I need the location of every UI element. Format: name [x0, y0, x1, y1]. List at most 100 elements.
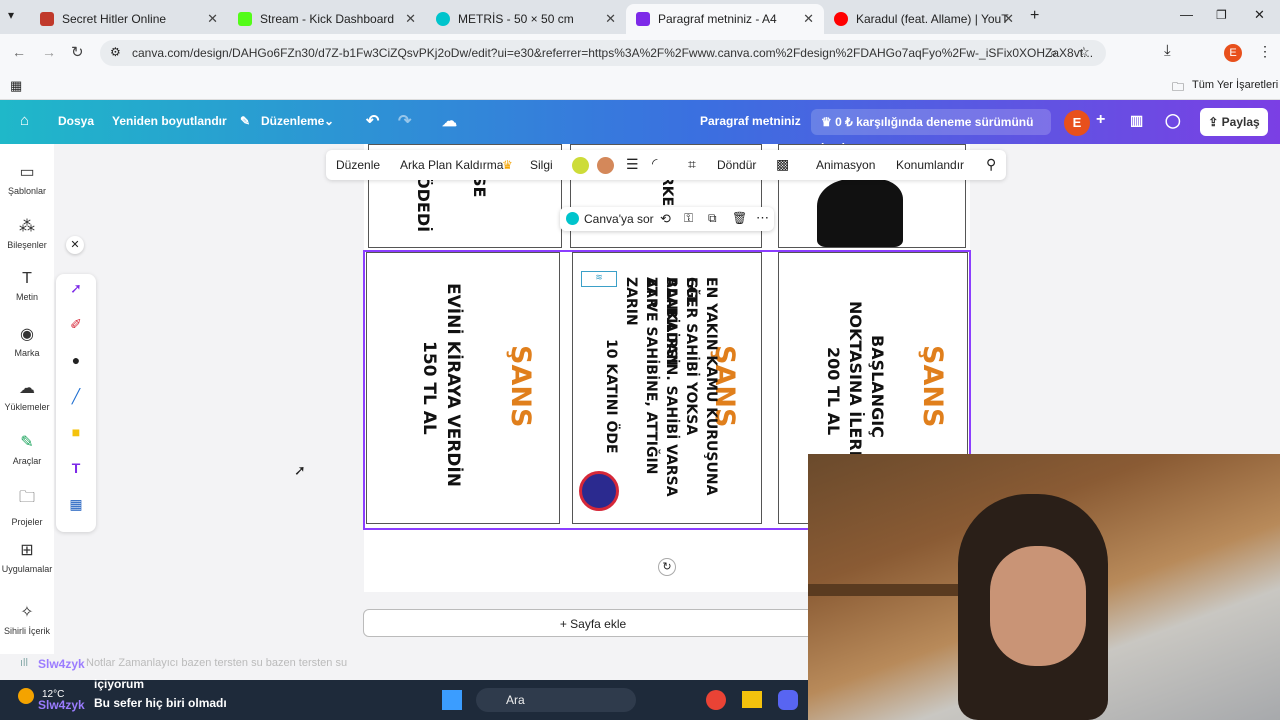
sidebar-item-templates[interactable]: ▭ Şablonlar [0, 162, 54, 196]
sidebar-item-uploads[interactable]: ☁ Yüklemeler [0, 378, 54, 412]
tools-icon: ✎ [20, 434, 34, 451]
color-swatch-yellow[interactable] [572, 157, 589, 174]
analytics-icon[interactable]: ▥ [1130, 112, 1143, 129]
add-page-button[interactable]: + Sayfa ekle [363, 609, 823, 637]
paint-roller-icon[interactable]: ⚲ [986, 156, 996, 173]
star-icon[interactable]: ☆ [1078, 44, 1090, 60]
close-icon[interactable]: ✕ [803, 11, 814, 27]
chat-overlay: ıll Slw4zyk Notlar Zamanlayıcı bazen ter… [0, 654, 347, 714]
transparency-icon[interactable]: ▩ [776, 156, 789, 173]
url-field[interactable]: canva.com/design/DAHGo6FZn30/d7Z-b1Fw3Ci… [100, 40, 1106, 66]
apps-grid-icon[interactable]: ▦ [10, 78, 22, 94]
zoom-icon[interactable]: ⌕ [1050, 45, 1057, 61]
site-info-icon[interactable]: ⚙ [110, 45, 121, 59]
sidebar-item-apps[interactable]: ⊞ Uygulamalar [0, 540, 54, 574]
bookmarks-bar: ▦ 🗀 Tüm Yer İşaretleri [0, 72, 1280, 100]
sidebar-label: Bileşenler [7, 240, 47, 250]
corner-radius-icon[interactable]: ◜ [652, 155, 657, 172]
folder-icon: 🗀 [1172, 80, 1185, 94]
more-icon[interactable]: ⋮ [1258, 43, 1272, 60]
erase-button[interactable]: Silgi [530, 158, 553, 172]
file-explorer-icon[interactable] [742, 691, 762, 708]
back-icon[interactable]: ← [12, 44, 26, 60]
crown-icon: ♛ [821, 115, 836, 129]
rotate-handle-icon[interactable]: ↻ [658, 558, 676, 576]
cloud-save-icon[interactable]: ☁ [442, 112, 457, 130]
magic-icon: ✧ [20, 604, 34, 621]
refresh-icon[interactable]: ⟲ [660, 211, 671, 227]
rotate-button[interactable]: Döndür [717, 158, 756, 172]
line-tool-icon[interactable]: ╱ [66, 388, 86, 408]
plus-icon[interactable]: + [1096, 111, 1105, 129]
trash-icon[interactable]: 🗑 [732, 211, 747, 225]
sidebar-item-text[interactable]: T Metin [0, 270, 54, 302]
undo-icon[interactable]: ↶ [366, 111, 379, 131]
bg-remove-button[interactable]: Arka Plan Kaldırma [400, 158, 503, 172]
minimize-icon[interactable]: — [1180, 7, 1193, 22]
site-favicon-icon [40, 12, 54, 26]
home-icon[interactable]: ⌂ [20, 112, 29, 129]
close-icon[interactable]: ✕ [405, 11, 416, 27]
lock-icon[interactable]: ⚿ [684, 211, 693, 226]
character-image [817, 179, 903, 247]
more-options-icon[interactable]: ⋯ [756, 210, 769, 226]
text-tool-icon[interactable]: T [66, 460, 86, 480]
animate-button[interactable]: Animasyon [816, 158, 875, 172]
profile-avatar[interactable]: E [1224, 44, 1242, 62]
sidebar-item-projects[interactable]: 🗀 Projeler [0, 486, 54, 527]
menu-edit[interactable]: Düzenleme [261, 114, 324, 128]
maximize-icon[interactable]: ❐ [1216, 8, 1227, 22]
tab-secret-hitler[interactable]: Secret Hitler Online ✕ [30, 4, 228, 34]
menu-file[interactable]: Dosya [58, 114, 94, 128]
forward-icon[interactable]: → [42, 44, 56, 60]
close-icon[interactable]: ✕ [1003, 11, 1014, 27]
taskbar-search[interactable]: Ara [476, 688, 636, 712]
close-icon[interactable]: ✕ [207, 11, 218, 27]
menu-resize[interactable]: Yeniden boyutlandır [112, 114, 227, 128]
sidebar-label: Uygulamalar [1, 564, 53, 574]
user-avatar[interactable]: E [1064, 110, 1090, 136]
discord-icon[interactable] [778, 690, 798, 710]
trial-button[interactable]: ♛ 0 ₺ karşılığında deneme sürümünü başla… [811, 109, 1051, 155]
sidebar-item-elements[interactable]: ⁂ Bileşenler [0, 216, 54, 250]
share-button[interactable]: ⇪ Paylaş [1200, 108, 1268, 136]
share-label: Paylaş [1221, 115, 1260, 129]
tab-paragraf[interactable]: Paragraf metniniz - A4 ✕ [626, 4, 824, 34]
crop-icon[interactable]: ⌗ [688, 156, 696, 173]
sidebar-item-magic[interactable]: ✧ Sihirli İçerik [0, 602, 54, 636]
table-tool-icon[interactable]: ▦ [66, 496, 86, 516]
tab-kick[interactable]: Stream - Kick Dashboard ✕ [228, 4, 426, 34]
all-bookmarks-link[interactable]: Tüm Yer İşaretleri [1192, 79, 1278, 91]
sidebar-item-brand[interactable]: ◉ Marka [0, 324, 54, 358]
position-button[interactable]: Konumlandır [896, 158, 964, 172]
reload-icon[interactable]: ↻ [71, 43, 84, 61]
sticky-note-icon[interactable]: ■ [66, 424, 86, 444]
upload-icon: ☁ [19, 380, 35, 397]
new-tab-icon[interactable]: + [1030, 7, 1039, 25]
site-favicon-icon [436, 12, 450, 26]
duplicate-icon[interactable]: ⧉ [708, 211, 717, 226]
start-icon[interactable] [442, 690, 462, 710]
close-window-icon[interactable]: ✕ [1254, 7, 1265, 23]
pen-tool-icon[interactable]: ✐ [66, 316, 86, 336]
close-panel-icon[interactable]: ✕ [66, 236, 84, 254]
shape-tool-icon[interactable]: ● [66, 352, 86, 372]
chrome-icon[interactable] [706, 690, 726, 710]
document-title[interactable]: Paragraf metniniz [700, 114, 801, 128]
select-tool-icon[interactable]: ➚ [66, 280, 86, 300]
color-swatch-orange[interactable] [597, 157, 614, 174]
redo-icon[interactable]: ↷ [398, 111, 411, 131]
close-icon[interactable]: ✕ [605, 11, 616, 27]
tab-youtube[interactable]: Karadul (feat. Allame) | YouT ✕ [824, 4, 1024, 34]
site-favicon-icon [834, 12, 848, 26]
edit-button[interactable]: Düzenle [336, 158, 380, 172]
sidebar-item-tools[interactable]: ✎ Araçlar [0, 432, 54, 466]
download-icon[interactable]: ⤓ [1164, 42, 1171, 59]
comment-icon[interactable]: ◯ [1165, 112, 1181, 129]
line-weight-icon[interactable]: ☰ [626, 156, 639, 173]
ask-canva-button[interactable]: Canva'ya sor [584, 212, 654, 226]
tab-search-icon[interactable]: ▾ [8, 8, 14, 22]
tab-metris[interactable]: METRİS - 50 × 50 cm ✕ [426, 4, 626, 34]
tab-title: Secret Hitler Online [62, 12, 167, 26]
sidebar-label: Şablonlar [7, 186, 47, 196]
